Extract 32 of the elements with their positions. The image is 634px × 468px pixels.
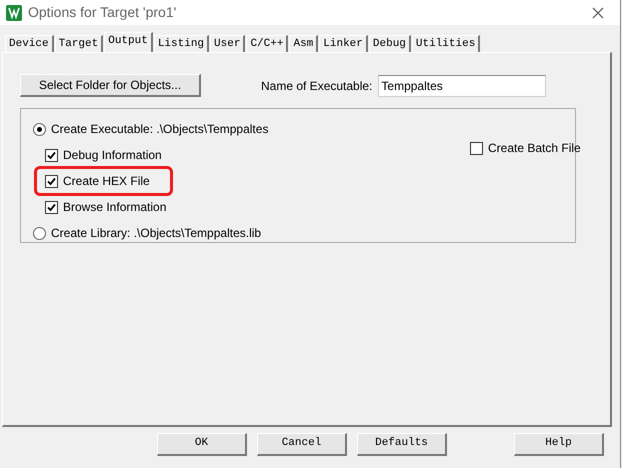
tab[interactable]: Target [54,35,104,52]
executable-name-field[interactable]: Temppaltes [378,74,546,96]
tab[interactable]: Listing [154,35,210,52]
dialog-button[interactable]: Defaults [357,433,447,456]
tab[interactable]: Debug [368,35,411,52]
app-icon [6,4,22,20]
radio-button[interactable] [33,122,46,136]
dialog-button[interactable]: OK [157,433,247,456]
dialog-button[interactable]: Help [514,433,604,456]
close-icon[interactable] [592,6,604,18]
tab[interactable]: Output [104,32,153,52]
tab[interactable]: User [210,35,246,52]
tab[interactable]: Device [5,35,54,52]
option-label: Create Batch File [488,140,581,157]
tab[interactable]: Linker [319,35,368,52]
field-label: Name of Executable: [261,78,372,94]
window-title: Options for Target 'pro1' [28,3,176,22]
checkbox[interactable] [45,148,58,162]
dialog-button[interactable]: Cancel [257,433,347,456]
option-label: Debug Information [63,147,162,164]
checkbox[interactable] [45,200,58,214]
radio-button[interactable] [33,226,46,240]
tab[interactable]: Asm [289,35,318,52]
option-label: Create Executable: .\Objects\Temppaltes [51,121,268,138]
checkbox[interactable] [470,142,483,154]
option-label: Create Library: .\Objects\Temppaltes.lib [51,225,262,242]
checkbox[interactable] [45,174,58,188]
select-folder-button[interactable]: Select Folder for Objects... [20,74,201,97]
option-label: Browse Information [63,199,166,216]
tab[interactable]: C/C++ [246,35,288,52]
option-label: Create HEX File [63,173,150,190]
tab[interactable]: Utilities [412,35,480,52]
